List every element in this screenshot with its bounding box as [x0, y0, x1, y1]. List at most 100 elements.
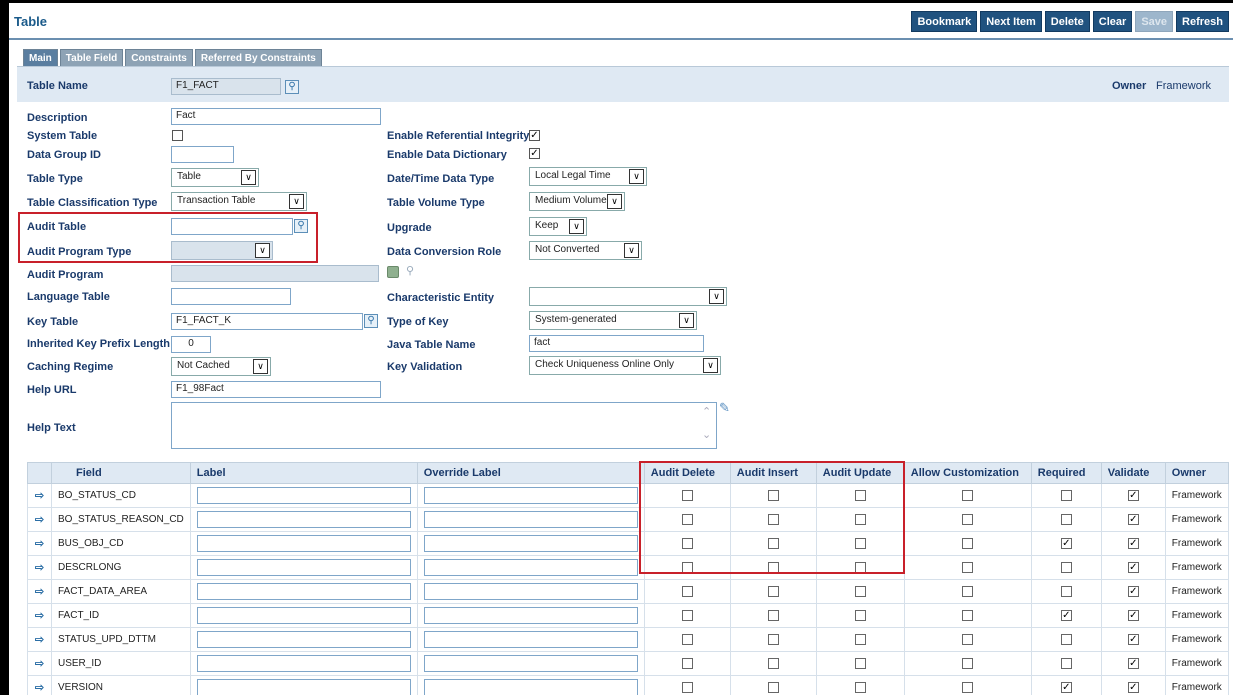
- inherited-key-prefix-length-field[interactable]: 0: [171, 336, 211, 353]
- audit-insert-checkbox[interactable]: [767, 633, 779, 645]
- audit-program-search-icon[interactable]: ⚲: [406, 264, 414, 277]
- audit-insert-checkbox[interactable]: [767, 609, 779, 621]
- allow-customization-checkbox[interactable]: [962, 609, 974, 621]
- enable-referential-integrity-checkbox[interactable]: ✓: [529, 130, 540, 141]
- validate-checkbox[interactable]: ✓: [1127, 633, 1139, 645]
- override-label-input[interactable]: [423, 511, 638, 528]
- override-label-input[interactable]: [423, 535, 638, 552]
- label-input[interactable]: [196, 655, 411, 672]
- date-time-data-type-select[interactable]: Local Legal Time ∨: [529, 167, 647, 186]
- audit-delete-checkbox[interactable]: [681, 633, 693, 645]
- label-input[interactable]: [196, 559, 411, 576]
- refresh-button[interactable]: Refresh: [1176, 11, 1229, 32]
- required-checkbox[interactable]: [1060, 561, 1072, 573]
- audit-update-checkbox[interactable]: [854, 657, 866, 669]
- override-label-input[interactable]: [423, 559, 638, 576]
- label-input[interactable]: [196, 631, 411, 648]
- audit-program-view-icon[interactable]: [387, 266, 399, 278]
- label-input[interactable]: [196, 607, 411, 624]
- required-checkbox[interactable]: [1060, 633, 1072, 645]
- save-button[interactable]: Save: [1135, 11, 1174, 32]
- allow-customization-checkbox[interactable]: [962, 561, 974, 573]
- required-checkbox[interactable]: [1060, 513, 1072, 525]
- key-validation-select[interactable]: Check Uniqueness Online Only ∨: [529, 356, 721, 375]
- allow-customization-checkbox[interactable]: [962, 681, 974, 693]
- allow-customization-checkbox[interactable]: [962, 657, 974, 669]
- clear-button[interactable]: Clear: [1092, 11, 1133, 32]
- allow-customization-checkbox[interactable]: [962, 633, 974, 645]
- row-drilldown-icon[interactable]: ⇨: [27, 507, 52, 532]
- key-table-field[interactable]: F1_FACT_K: [171, 313, 363, 330]
- edit-pencil-icon[interactable]: ✎: [719, 400, 730, 416]
- allow-customization-checkbox[interactable]: [962, 513, 974, 525]
- override-label-input[interactable]: [423, 487, 638, 504]
- audit-update-checkbox[interactable]: [854, 609, 866, 621]
- override-label-input[interactable]: [423, 583, 638, 600]
- table-type-select[interactable]: Table ∨: [171, 168, 259, 187]
- language-table-field[interactable]: [171, 288, 291, 305]
- next-item-button[interactable]: Next Item: [980, 11, 1042, 32]
- table-classification-type-select[interactable]: Transaction Table ∨: [171, 192, 307, 211]
- validate-checkbox[interactable]: ✓: [1127, 609, 1139, 621]
- required-checkbox[interactable]: [1060, 489, 1072, 501]
- row-drilldown-icon[interactable]: ⇨: [27, 555, 52, 580]
- row-drilldown-icon[interactable]: ⇨: [27, 627, 52, 652]
- bookmark-button[interactable]: Bookmark: [911, 11, 978, 32]
- row-drilldown-icon[interactable]: ⇨: [27, 579, 52, 604]
- row-drilldown-icon[interactable]: ⇨: [27, 531, 52, 556]
- table-name-field[interactable]: F1_FACT: [171, 78, 281, 95]
- row-drilldown-icon[interactable]: ⇨: [27, 603, 52, 628]
- required-checkbox[interactable]: [1060, 585, 1072, 597]
- override-label-input[interactable]: [423, 607, 638, 624]
- description-field[interactable]: Fact: [171, 108, 381, 125]
- delete-button[interactable]: Delete: [1044, 11, 1090, 32]
- allow-customization-checkbox[interactable]: [962, 585, 974, 597]
- label-input[interactable]: [196, 535, 411, 552]
- row-drilldown-icon[interactable]: ⇨: [27, 675, 52, 695]
- required-checkbox[interactable]: [1060, 657, 1072, 669]
- allow-customization-checkbox[interactable]: [962, 489, 974, 501]
- java-table-name-field[interactable]: fact: [529, 335, 704, 352]
- validate-checkbox[interactable]: ✓: [1127, 585, 1139, 597]
- validate-checkbox[interactable]: ✓: [1127, 537, 1139, 549]
- scroll-up-icon[interactable]: ⌃: [702, 405, 711, 418]
- scroll-down-icon[interactable]: ⌄: [702, 428, 711, 441]
- audit-insert-checkbox[interactable]: [767, 585, 779, 597]
- audit-delete-checkbox[interactable]: [681, 681, 693, 693]
- audit-update-checkbox[interactable]: [854, 585, 866, 597]
- audit-update-checkbox[interactable]: [854, 681, 866, 693]
- audit-delete-checkbox[interactable]: [681, 609, 693, 621]
- validate-checkbox[interactable]: ✓: [1127, 657, 1139, 669]
- override-label-input[interactable]: [423, 655, 638, 672]
- tab-constraints[interactable]: Constraints: [125, 49, 193, 66]
- enable-data-dictionary-checkbox[interactable]: ✓: [529, 148, 540, 159]
- data-conversion-role-select[interactable]: Not Converted ∨: [529, 241, 642, 260]
- system-table-checkbox[interactable]: [172, 130, 183, 141]
- audit-update-checkbox[interactable]: [854, 633, 866, 645]
- override-label-input[interactable]: [423, 631, 638, 648]
- key-table-search-icon[interactable]: ⚲: [364, 314, 378, 328]
- table-name-search-icon[interactable]: ⚲: [285, 80, 299, 94]
- required-checkbox[interactable]: ✓: [1060, 537, 1072, 549]
- audit-delete-checkbox[interactable]: [681, 657, 693, 669]
- audit-insert-checkbox[interactable]: [767, 681, 779, 693]
- audit-program-field[interactable]: [171, 265, 379, 282]
- upgrade-select[interactable]: Keep ∨: [529, 217, 587, 236]
- label-input[interactable]: [196, 583, 411, 600]
- validate-checkbox[interactable]: ✓: [1127, 561, 1139, 573]
- audit-delete-checkbox[interactable]: [681, 585, 693, 597]
- caching-regime-select[interactable]: Not Cached ∨: [171, 357, 271, 376]
- label-input[interactable]: [196, 487, 411, 504]
- type-of-key-select[interactable]: System-generated ∨: [529, 311, 697, 330]
- validate-checkbox[interactable]: ✓: [1127, 489, 1139, 501]
- help-url-field[interactable]: F1_98Fact: [171, 381, 381, 398]
- row-drilldown-icon[interactable]: ⇨: [27, 651, 52, 676]
- validate-checkbox[interactable]: ✓: [1127, 513, 1139, 525]
- override-label-input[interactable]: [423, 679, 638, 695]
- allow-customization-checkbox[interactable]: [962, 537, 974, 549]
- tab-referred-by-constraints[interactable]: Referred By Constraints: [194, 49, 322, 66]
- label-input[interactable]: [196, 679, 411, 695]
- data-group-id-field[interactable]: [171, 146, 234, 163]
- label-input[interactable]: [196, 511, 411, 528]
- tab-main[interactable]: Main: [23, 49, 58, 66]
